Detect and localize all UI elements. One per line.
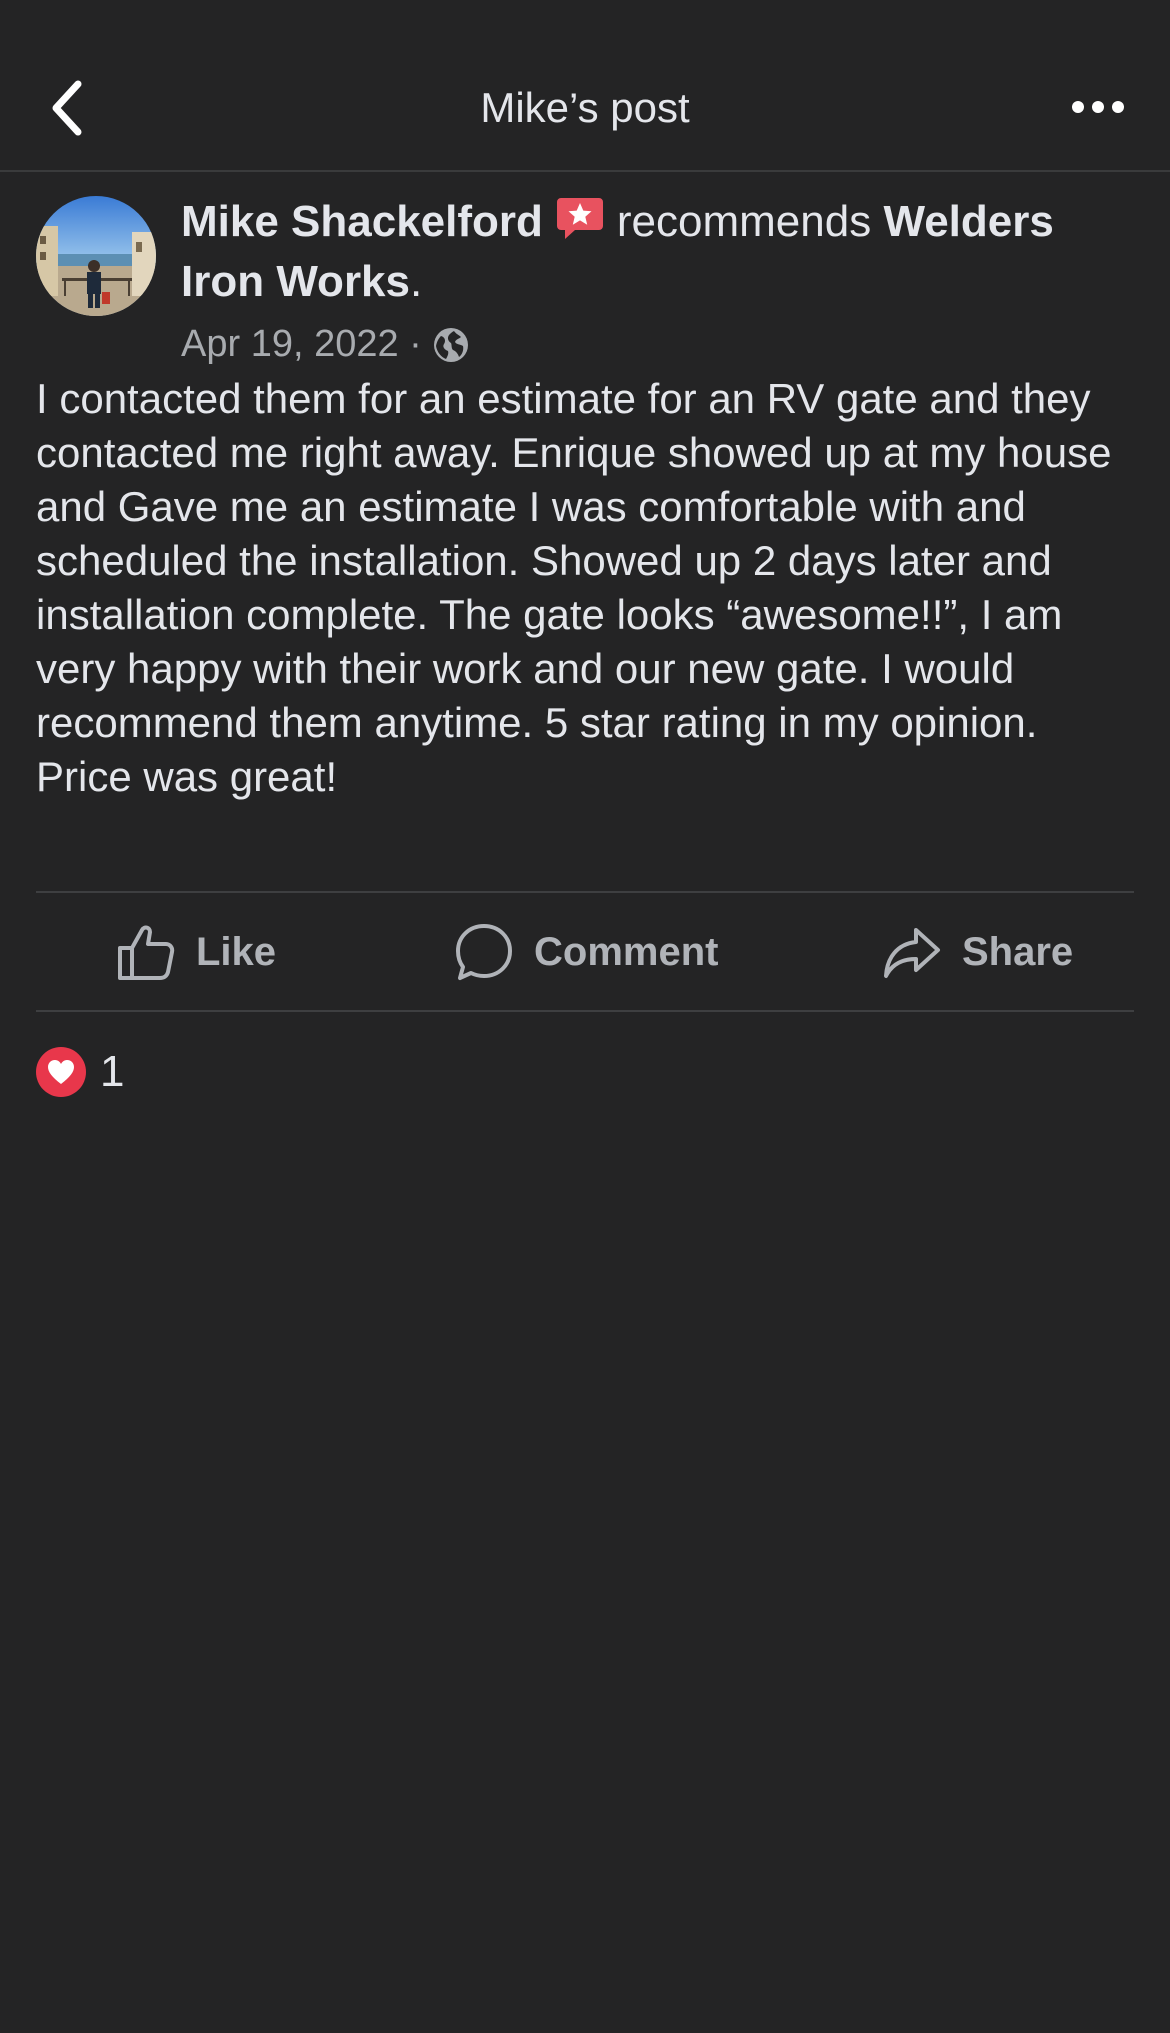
share-button[interactable]: Share xyxy=(882,894,1073,1010)
post-date[interactable]: Apr 19, 2022 xyxy=(181,323,399,365)
comment-button[interactable]: Comment xyxy=(454,894,718,1010)
meta-separator: · xyxy=(409,323,422,365)
heart-icon xyxy=(48,1060,74,1084)
divider-top xyxy=(36,891,1134,893)
recommendation-star-icon xyxy=(556,198,603,239)
page-title: Mike’s post xyxy=(480,84,690,131)
like-button[interactable]: Like xyxy=(116,894,276,1010)
share-arrow-icon xyxy=(884,928,940,978)
post-header: Mike Shackelford recommends Welders Iron … xyxy=(181,192,1121,312)
share-label: Share xyxy=(962,929,1074,974)
comment-bubble-icon xyxy=(456,924,512,980)
more-options-button[interactable] xyxy=(1068,92,1128,122)
reaction-count: 1 xyxy=(100,1047,125,1096)
post-action-bar: Like Comment Share xyxy=(36,894,1134,1010)
reaction-summary[interactable]: 1 xyxy=(36,1046,124,1098)
more-horizontal-icon xyxy=(1072,101,1124,113)
thumbs-up-icon xyxy=(118,925,175,980)
heart-reaction-icon xyxy=(36,1047,86,1097)
comment-label: Comment xyxy=(534,929,719,974)
post-body-text: I contacted them for an estimate for an … xyxy=(36,375,1112,800)
author-avatar[interactable] xyxy=(36,196,156,316)
like-label: Like xyxy=(196,929,277,974)
top-navigation-bar: Mike’s post xyxy=(0,0,1170,172)
header-period: . xyxy=(410,257,423,306)
post-meta: Apr 19, 2022 · xyxy=(181,318,470,370)
globe-icon xyxy=(433,328,468,362)
recommends-text: recommends xyxy=(616,197,872,246)
divider-bottom xyxy=(36,1010,1134,1012)
author-name[interactable]: Mike Shackelford xyxy=(181,197,543,246)
avatar-photo xyxy=(36,196,156,316)
